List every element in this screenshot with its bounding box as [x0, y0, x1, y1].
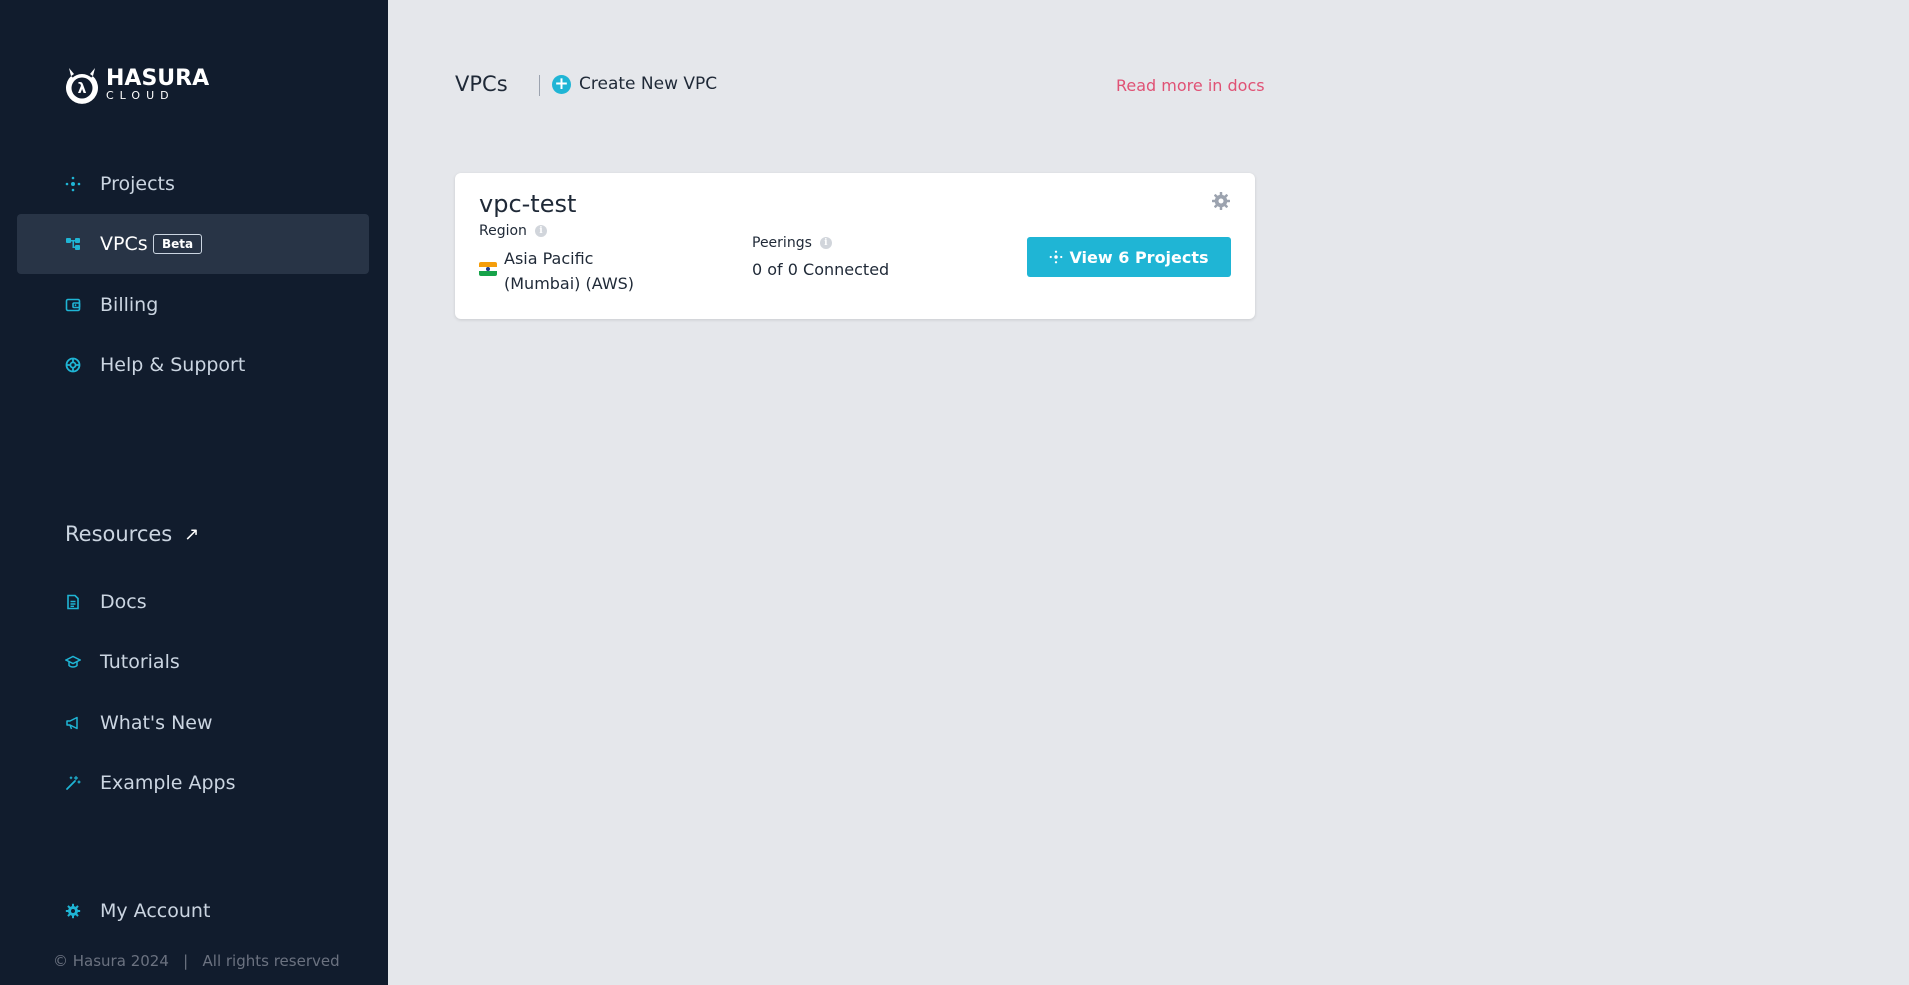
projects-icon [1050, 250, 1063, 264]
sidebar-item-label: Example Apps [100, 772, 236, 794]
sidebar-item-label: Help & Support [100, 354, 246, 376]
megaphone-icon [64, 714, 82, 732]
region-info-icon[interactable]: i [534, 225, 547, 237]
create-new-vpc-button[interactable]: + Create New VPC [552, 74, 717, 94]
wallet-icon [64, 296, 82, 314]
region-label: Region i [479, 223, 547, 239]
header-divider [539, 75, 540, 96]
hasura-cloud-logo[interactable]: λ HASURA CLOUD [64, 64, 209, 104]
view-projects-button[interactable]: View 6 Projects [1027, 237, 1231, 277]
settings-gear-icon[interactable] [1211, 191, 1231, 211]
peerings-info-icon[interactable]: i [819, 237, 832, 249]
logo-line1: HASURA [106, 65, 210, 91]
sidebar-item-label: Docs [100, 591, 147, 613]
peerings-label-text: Peerings [752, 235, 812, 251]
create-new-vpc-label: Create New VPC [579, 74, 718, 94]
sidebar-item-whats-new[interactable]: What's New [17, 693, 369, 753]
main-content: VPCs + Create New VPC Read more in docs … [388, 0, 1909, 985]
hasura-logo-icon: λ [66, 68, 98, 104]
view-projects-label: View 6 Projects [1069, 247, 1209, 267]
lifebuoy-icon [64, 356, 82, 374]
projects-icon [64, 175, 82, 193]
resources-label: Resources [65, 522, 173, 546]
resources-heading[interactable]: Resources ↗ [65, 522, 199, 546]
region-value: Asia Pacific (Mumbai) (AWS) [504, 246, 664, 296]
sidebar-item-example-apps[interactable]: Example Apps [17, 753, 369, 813]
region-value-line2: (Mumbai) (AWS) [504, 274, 635, 293]
logo-wordmark: HASURA CLOUD [106, 65, 210, 102]
sidebar-item-label: Projects [100, 173, 175, 195]
copyright-footer: © Hasura 2024 | All rights reserved [53, 952, 340, 970]
graduation-cap-icon [64, 653, 82, 671]
sidebar: λ HASURA CLOUD Projects VPCs Beta Billin… [0, 0, 388, 985]
page-title: VPCs [455, 72, 508, 96]
peerings-label: Peerings i [752, 235, 832, 251]
document-icon [64, 593, 82, 611]
peerings-value: 0 of 0 Connected [752, 260, 890, 279]
sidebar-item-tutorials[interactable]: Tutorials [17, 632, 369, 692]
india-flag-icon [479, 262, 497, 276]
sidebar-item-my-account[interactable]: My Account [17, 881, 369, 941]
sidebar-item-help-support[interactable]: Help & Support [17, 335, 369, 395]
vpc-name: vpc-test [479, 190, 577, 218]
sidebar-item-label: My Account [100, 900, 211, 922]
sidebar-item-label: What's New [100, 712, 213, 734]
vpc-card: vpc-test Region i Asia Pacific (Mumbai) … [455, 173, 1255, 319]
beta-badge: Beta [153, 234, 203, 254]
svg-text:λ: λ [78, 81, 87, 97]
sidebar-item-label: VPCs [100, 233, 148, 255]
sidebar-item-label: Billing [100, 294, 159, 316]
sidebar-item-vpcs[interactable]: VPCs Beta [17, 214, 369, 274]
sidebar-item-docs[interactable]: Docs [17, 572, 369, 632]
external-link-arrow-icon: ↗ [184, 523, 200, 545]
vpc-icon [64, 235, 82, 253]
read-more-docs-link[interactable]: Read more in docs [1116, 76, 1265, 95]
sidebar-item-label: Tutorials [100, 651, 180, 673]
plus-circle-icon: + [552, 74, 571, 94]
gear-icon [64, 902, 82, 920]
magic-wand-icon [64, 774, 82, 792]
app-root: λ HASURA CLOUD Projects VPCs Beta Billin… [0, 0, 1909, 985]
region-value-line1: Asia Pacific [504, 249, 594, 268]
region-label-text: Region [479, 223, 527, 239]
logo-line2: CLOUD [106, 88, 175, 102]
sidebar-item-projects[interactable]: Projects [17, 154, 369, 214]
sidebar-item-billing[interactable]: Billing [17, 275, 369, 335]
